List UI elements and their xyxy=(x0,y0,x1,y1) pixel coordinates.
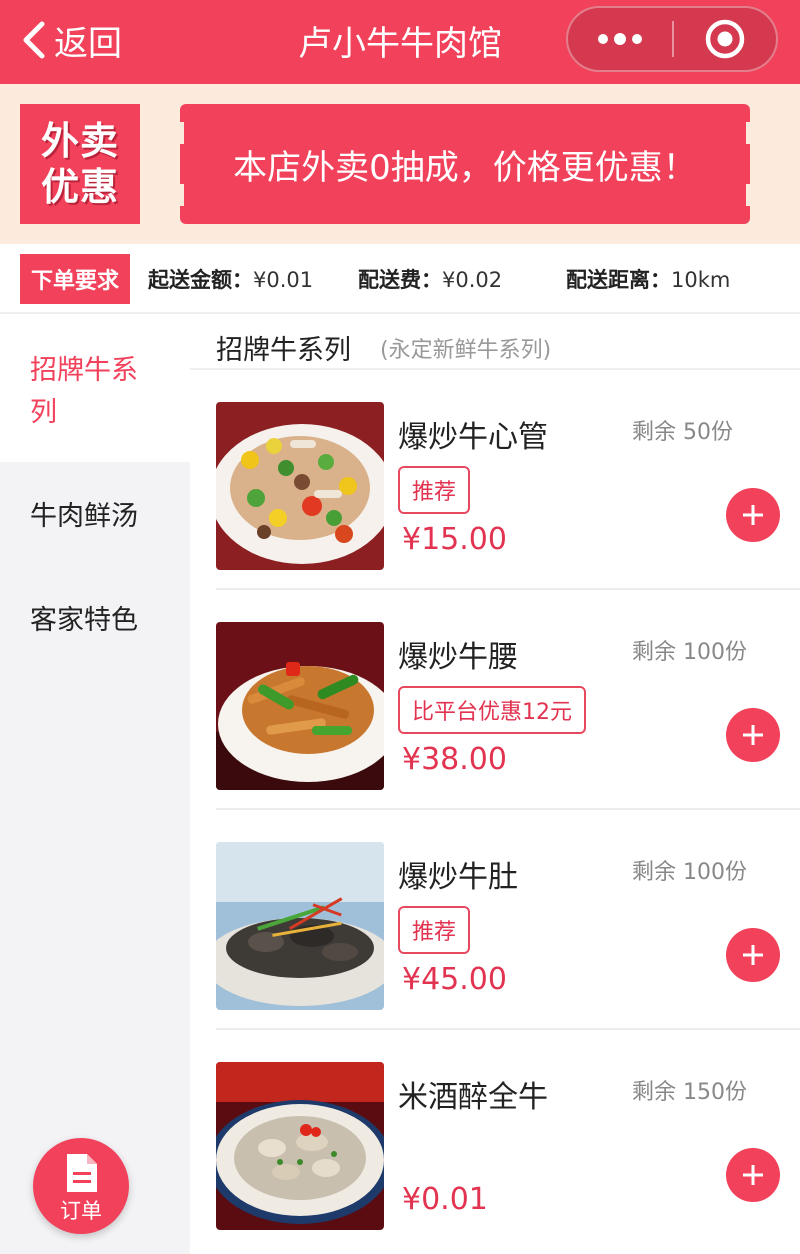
plus-icon xyxy=(743,725,763,745)
mini-program-capsule xyxy=(566,6,778,72)
min-order-label: 起送金额： xyxy=(148,268,253,292)
promo-badge: 外卖 优惠 xyxy=(20,104,140,224)
category-header: 招牌牛系列 (永定新鲜牛系列) xyxy=(190,316,800,370)
back-label: 返回 xyxy=(54,23,122,64)
dish-name: 米酒醉全牛 xyxy=(398,1080,548,1115)
dish-stock: 剩余 100份 xyxy=(632,640,747,665)
dish-stock: 剩余 50份 xyxy=(632,420,733,445)
plus-icon xyxy=(743,505,763,525)
dish-item[interactable]: 爆炒牛肚 剩余 100份 推荐 ¥45.00 xyxy=(216,810,800,1030)
dish-photo-stir-fried-beef-kidney xyxy=(216,622,384,790)
ticket-notch xyxy=(746,122,754,144)
ticket-notch xyxy=(176,122,184,144)
delivery-fee-value: ¥0.02 xyxy=(442,268,503,292)
plus-icon xyxy=(743,1165,763,1185)
category-title: 招牌牛系列 xyxy=(216,335,351,366)
dish-price: ¥0.01 xyxy=(402,1182,488,1217)
dish-photo-stir-fried-beef-aorta xyxy=(216,402,384,570)
add-to-cart-button[interactable] xyxy=(726,1148,780,1202)
dish-photo-rice-wine-beef xyxy=(216,1062,384,1230)
top-navigation-bar: 返回 卢小牛牛肉馆 xyxy=(0,0,800,84)
promo-badge-line1: 外卖 xyxy=(40,119,119,163)
dish-item[interactable]: 爆炒牛心管 剩余 50份 推荐 ¥15.00 xyxy=(216,370,800,590)
plus-icon xyxy=(743,945,763,965)
add-to-cart-button[interactable] xyxy=(726,928,780,982)
dish-item[interactable]: 米酒醉全牛 剩余 150份 ¥0.01 xyxy=(216,1030,800,1250)
dish-stock: 剩余 100份 xyxy=(632,860,747,885)
close-program-button[interactable] xyxy=(674,8,776,70)
ticket-notch xyxy=(746,184,754,206)
document-icon xyxy=(67,1154,97,1192)
sidebar-item-signature-beef[interactable]: 招牌牛系列 xyxy=(0,316,190,462)
sidebar-item-label: 客家特色 xyxy=(30,605,138,636)
sidebar-item-hakka-specialty[interactable]: 客家特色 xyxy=(0,566,190,670)
promo-ticket: 本店外卖0抽成，价格更优惠！ xyxy=(176,104,754,224)
delivery-fee-label: 配送费： xyxy=(358,268,442,292)
sidebar-item-beef-soup[interactable]: 牛肉鲜汤 xyxy=(0,462,190,566)
delivery-distance-label: 配送距离： xyxy=(566,268,671,292)
add-to-cart-button[interactable] xyxy=(726,708,780,762)
order-requirements: 下单要求 起送金额：¥0.01 配送费：¥0.02 配送距离：10km xyxy=(0,244,800,314)
promo-message: 本店外卖0抽成，价格更优惠！ xyxy=(233,147,697,188)
dish-tag: 推荐 xyxy=(398,466,471,514)
dish-tag: 推荐 xyxy=(398,906,471,954)
requirements-badge: 下单要求 xyxy=(20,254,130,304)
dish-tag: 比平台优惠12元 xyxy=(398,686,586,734)
more-dots-icon xyxy=(598,33,642,45)
add-to-cart-button[interactable] xyxy=(726,488,780,542)
order-button-label: 订单 xyxy=(60,1199,102,1223)
dish-photo-stir-fried-beef-tripe xyxy=(216,842,384,1010)
sidebar-item-label: 招牌牛系列 xyxy=(30,355,138,428)
promo-badge-line2: 优惠 xyxy=(40,165,119,209)
sidebar-item-label: 牛肉鲜汤 xyxy=(30,501,138,532)
category-sidebar: 招牌牛系列 牛肉鲜汤 客家特色 xyxy=(0,316,190,1254)
promo-banner: 外卖 优惠 本店外卖0抽成，价格更优惠！ xyxy=(0,84,800,244)
dish-name: 爆炒牛心管 xyxy=(398,420,548,455)
back-button[interactable]: 返回 xyxy=(18,12,122,68)
dish-price: ¥38.00 xyxy=(402,742,507,777)
min-order-amount: 起送金额：¥0.01 xyxy=(148,264,313,294)
order-button[interactable]: 订单 xyxy=(33,1138,129,1234)
chevron-left-icon xyxy=(23,21,45,59)
more-button[interactable] xyxy=(568,8,672,70)
delivery-distance-value: 10km xyxy=(671,268,731,292)
min-order-value: ¥0.01 xyxy=(253,268,314,292)
app-root: 返回 卢小牛牛肉馆 外卖 优惠 本店外卖0抽成，价格更优惠！ 下单要求 起送金额… xyxy=(0,0,800,1254)
target-record-icon xyxy=(705,19,745,59)
ticket-notch xyxy=(176,184,184,206)
dish-stock: 剩余 150份 xyxy=(632,1080,747,1105)
delivery-fee: 配送费：¥0.02 xyxy=(358,264,502,294)
dish-list-panel: 招牌牛系列 (永定新鲜牛系列) 爆炒牛心管 剩余 50份 推荐 ¥15.00 爆… xyxy=(190,316,800,1254)
dish-item[interactable]: 爆炒牛腰 剩余 100份 比平台优惠12元 ¥38.00 xyxy=(216,590,800,810)
delivery-distance: 配送距离：10km xyxy=(566,264,730,294)
dish-price: ¥15.00 xyxy=(402,522,507,557)
dish-name: 爆炒牛肚 xyxy=(398,860,518,895)
dish-price: ¥45.00 xyxy=(402,962,507,997)
category-subtitle: (永定新鲜牛系列) xyxy=(380,338,552,363)
dish-name: 爆炒牛腰 xyxy=(398,640,518,675)
